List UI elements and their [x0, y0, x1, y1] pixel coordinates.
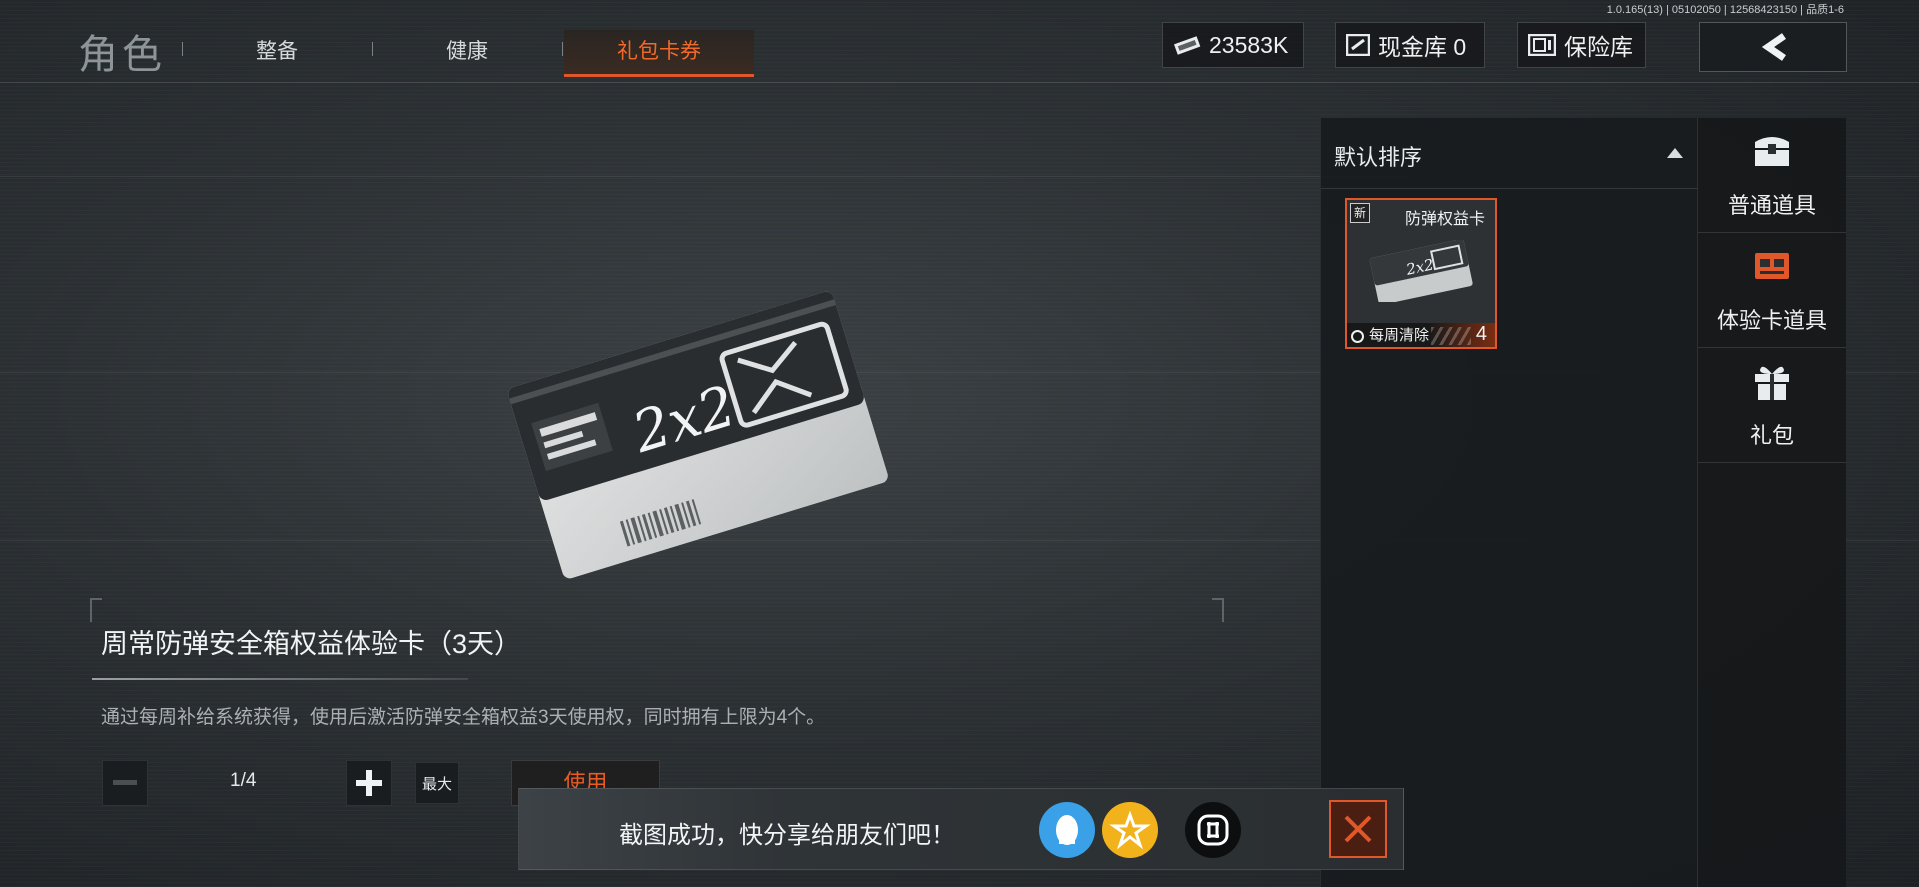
item-name: 周常防弹安全箱权益体验卡（3天）	[101, 629, 522, 659]
category-label: 体验卡道具	[1716, 308, 1827, 333]
card-thumbnail: 2x2	[1369, 240, 1473, 302]
screenshot-share-toast: 截图成功，快分享给朋友们吧！	[518, 788, 1404, 870]
decrease-button[interactable]	[102, 760, 148, 806]
frame-corner	[1212, 598, 1224, 622]
close-toast-button[interactable]	[1329, 800, 1387, 858]
trial-card-icon	[1755, 253, 1789, 279]
category-trial-cards[interactable]: 体验卡道具	[1698, 233, 1846, 348]
slot-item-name: 防弹权益卡	[1404, 211, 1485, 228]
caret-up-icon	[1667, 148, 1683, 158]
new-badge: 新	[1350, 203, 1370, 223]
tab-equipment[interactable]: 整备	[222, 30, 332, 74]
sort-label: 默认排序	[1334, 145, 1423, 170]
chevron-left-icon	[1761, 33, 1786, 61]
vault-card-icon	[1345, 33, 1371, 57]
title-underline	[92, 678, 468, 680]
weekly-clear-label: 每周清除	[1369, 327, 1430, 344]
toast-message: 截图成功，快分享给朋友们吧！	[619, 822, 955, 849]
increase-button[interactable]	[346, 760, 392, 806]
category-label: 普通道具	[1727, 193, 1816, 218]
item-description: 通过每周补给系统获得，使用后激活防弹安全箱权益3天使用权，同时拥有上限为4个。	[101, 707, 826, 728]
tab-divider	[562, 42, 563, 56]
chest-icon	[1755, 137, 1789, 166]
category-normal-items[interactable]: 普通道具	[1698, 118, 1846, 233]
currency-display: 23583K	[1162, 22, 1304, 68]
category-label: 礼包	[1749, 423, 1794, 448]
banknote-icon	[1173, 34, 1201, 56]
share-community-button[interactable]	[1185, 802, 1241, 858]
page-title: 角色	[78, 33, 166, 77]
safe-icon	[1527, 33, 1557, 57]
quantity-value: 1/4	[230, 770, 257, 791]
slot-count: 4	[1475, 323, 1487, 345]
gift-icon	[1755, 366, 1789, 400]
plus-icon	[356, 770, 382, 796]
version-info: 1.0.165(13) | 05102050 | 12568423150 | 品…	[1606, 4, 1844, 16]
max-button[interactable]: 最大	[415, 762, 459, 804]
cash-vault-button[interactable]: 现金库 0	[1335, 22, 1485, 68]
safe-button[interactable]: 保险库	[1517, 22, 1646, 68]
share-qq-button[interactable]	[1039, 802, 1095, 858]
frame-corner	[90, 598, 102, 622]
star-icon	[1109, 810, 1151, 850]
item-preview-image: 2x2	[506, 290, 890, 581]
qq-penguin-icon	[1056, 815, 1078, 845]
currency-value: 23583K	[1209, 31, 1289, 58]
clock-icon	[1351, 330, 1364, 343]
back-button[interactable]	[1699, 22, 1847, 72]
tab-health[interactable]: 健康	[412, 30, 522, 74]
close-icon	[1344, 815, 1372, 843]
tab-divider	[372, 42, 373, 56]
tab-gift-vouchers[interactable]: 礼包卡券	[564, 30, 754, 77]
stripe-decoration	[1431, 327, 1471, 345]
tab-divider	[182, 42, 183, 56]
share-qzone-button[interactable]	[1102, 802, 1158, 858]
inventory-slot[interactable]: 新 防弹权益卡 2x2 每周清除 4	[1345, 198, 1497, 349]
inventory-panel: 默认排序 新 防弹权益卡 2x2 每周清除 4	[1320, 118, 1697, 887]
safe-label: 保险库	[1564, 34, 1633, 60]
community-icon	[1197, 814, 1229, 846]
cash-vault-label: 现金库 0	[1378, 34, 1467, 60]
top-bar: 角色 整备 健康 礼包卡券 1.0.165(13) | 05102050 | 1…	[0, 0, 1919, 83]
sort-dropdown[interactable]: 默认排序	[1321, 118, 1697, 189]
minus-icon	[113, 780, 137, 785]
category-sidebar: 普通道具 体验卡道具 礼包	[1697, 118, 1846, 887]
category-gift-packs[interactable]: 礼包	[1698, 348, 1846, 463]
